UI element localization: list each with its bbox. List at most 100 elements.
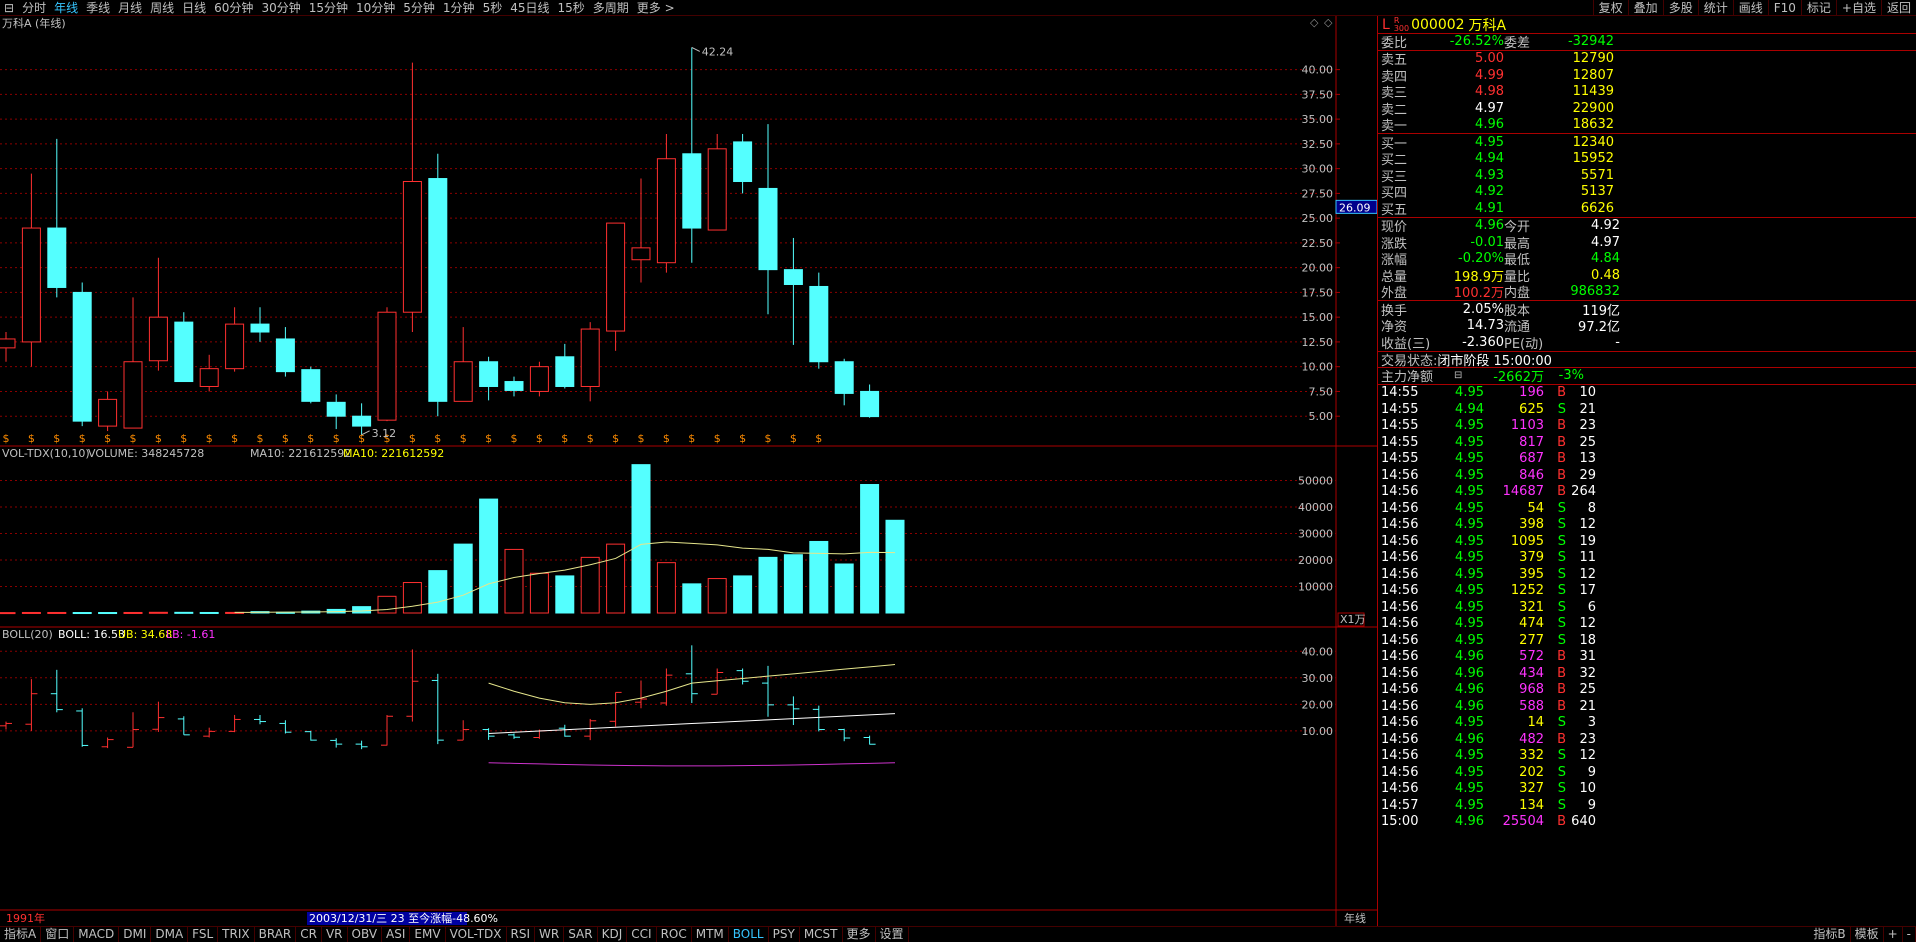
period-tab[interactable]: 分时	[18, 0, 50, 16]
candle	[631, 247, 651, 261]
candle	[656, 158, 676, 264]
indicator-tab-right[interactable]: +	[1884, 927, 1903, 942]
candle	[580, 328, 600, 387]
period-tab[interactable]: 年线	[50, 0, 82, 16]
indicator-tab[interactable]: DMI	[119, 927, 152, 942]
period-tab[interactable]: 周线	[146, 0, 178, 16]
tick-side: B	[1557, 467, 1566, 483]
toolbar-button[interactable]: 标记	[1800, 0, 1836, 16]
tick-volume: 134	[1519, 797, 1544, 813]
indicator-tab[interactable]: DMA	[151, 927, 189, 942]
candle	[707, 148, 727, 231]
indicator-tab[interactable]: PSY	[769, 927, 800, 942]
tick-volume: 572	[1519, 649, 1544, 665]
stock-header: L R 300 000002 万科A	[1378, 16, 1916, 34]
indicator-tab[interactable]: 指标A	[0, 927, 42, 942]
tick-side: S	[1557, 566, 1566, 582]
period-tab[interactable]: 多周期	[589, 0, 633, 16]
indicator-tab[interactable]: OBV	[348, 927, 383, 942]
stat-row: 涨幅 -0.20% 最低 4.84	[1378, 251, 1916, 268]
y-tick-label: 32.50	[1302, 138, 1334, 151]
period-tab[interactable]: 10分钟	[352, 0, 399, 16]
period-tab[interactable]: 日线	[178, 0, 210, 16]
period-tab[interactable]: 30分钟	[257, 0, 304, 16]
dividend-marker: $	[53, 432, 60, 445]
tick-row: 14:56 4.95 14687 B 264	[1378, 484, 1916, 501]
toolbar-button[interactable]: 返回	[1880, 0, 1916, 16]
indicator-tab[interactable]: VR	[322, 927, 348, 942]
indicator-tab[interactable]: VOL-TDX	[446, 927, 507, 942]
indicator-tab-right[interactable]: -	[1903, 927, 1916, 942]
tick-price: 4.95	[1455, 385, 1484, 401]
volume-bar	[733, 575, 753, 614]
indicator-tab[interactable]: CCI	[627, 927, 657, 942]
toolbar-button[interactable]: +自选	[1835, 0, 1881, 16]
chart-area[interactable]: 5.00 7.50 10.00 12.50 15.00 17.50 20.00 22.50 25…	[0, 16, 1377, 926]
asks-price: 4.99	[1475, 67, 1504, 83]
toolbar-button[interactable]: 叠加	[1627, 0, 1663, 16]
indicator-tab[interactable]: RSI	[507, 927, 536, 942]
period-tab[interactable]: 5秒	[479, 0, 507, 16]
main-flow-row[interactable]: 主力净额 ⊟ -2662万 -3%	[1378, 368, 1916, 385]
period-tab[interactable]: 60分钟	[210, 0, 257, 16]
indicator-tab[interactable]: 设置	[876, 927, 909, 942]
candle	[123, 361, 143, 429]
toolbar-button[interactable]: 画线	[1732, 0, 1768, 16]
indicator-tab[interactable]: BOLL	[729, 927, 769, 942]
stat-row: 涨跌 -0.01 最高 4.97	[1378, 234, 1916, 252]
tick-row: 14:55 4.95 817 B 25	[1378, 434, 1916, 451]
period-tab[interactable]: 月线	[114, 0, 146, 16]
indicator-tab[interactable]: ROC	[657, 927, 692, 942]
y-tick-label: 10.00	[1302, 725, 1334, 738]
indicator-tab[interactable]: WR	[535, 927, 565, 942]
period-tab[interactable]: 季线	[82, 0, 114, 16]
volume-bar	[377, 595, 397, 614]
period-tab[interactable]: 1分钟	[439, 0, 479, 16]
indicator-tab[interactable]: BRAR	[255, 927, 297, 942]
period-tab[interactable]: 45日线	[506, 0, 553, 16]
tick-count: 12	[1579, 517, 1596, 533]
candle	[225, 323, 245, 370]
expand-icon[interactable]: ⊟	[1454, 370, 1474, 381]
tick-side: B	[1557, 451, 1566, 467]
y-tick-label: 10.00	[1302, 361, 1334, 374]
indicator-tab[interactable]: CR	[296, 927, 322, 942]
ma10-legend: MA10: 221612592	[343, 447, 444, 460]
tick-count: 17	[1579, 583, 1596, 599]
asks-volume: 11439	[1572, 84, 1614, 100]
indicator-tab-right[interactable]: 模板	[1851, 927, 1884, 942]
indicator-tab[interactable]: KDJ	[598, 927, 628, 942]
indicator-tab[interactable]: MTM	[692, 927, 729, 942]
panel-toggle-icon[interactable]: ⊟	[0, 1, 18, 15]
tick-count: 264	[1571, 484, 1596, 500]
indicator-tab[interactable]: MACD	[74, 927, 120, 942]
indicator-tab[interactable]: ASI	[382, 927, 411, 942]
bids-volume: 5571	[1580, 167, 1614, 183]
main-flow-value: -2662万	[1493, 370, 1544, 386]
toolbar-button[interactable]: 多股	[1662, 0, 1698, 16]
indicator-tab[interactable]: EMV	[410, 927, 446, 942]
indicator-tab[interactable]: TRIX	[218, 927, 255, 942]
period-tab[interactable]: 15秒	[553, 0, 588, 16]
tick-volume: 687	[1519, 451, 1544, 467]
indicator-tab[interactable]: 更多	[843, 927, 876, 942]
asks-price: 5.00	[1475, 51, 1504, 67]
indicator-tab[interactable]: FSL	[188, 927, 219, 942]
toolbar-button[interactable]: F10	[1767, 0, 1801, 16]
tick-list[interactable]: 14:55 4.95 196 B 10 14:55 4.94 625 S 21 14:55 4.95 1…	[1378, 385, 1916, 831]
range-info: 2003/12/31/三 23 至今涨幅-48.60%	[309, 911, 498, 925]
toolbar-button[interactable]: 复权	[1592, 0, 1628, 16]
indicator-tab[interactable]: MCST	[800, 927, 843, 942]
period-tab[interactable]: 15分钟	[305, 0, 352, 16]
stat-row: 外盘 100.2万 内盘 986832	[1378, 284, 1916, 301]
volume-bar	[479, 498, 499, 614]
period-tab[interactable]: 更多 >	[633, 0, 679, 16]
indicator-tab[interactable]: 窗口	[41, 927, 75, 942]
indicator-tab[interactable]: SAR	[564, 927, 598, 942]
period-tab[interactable]: 5分钟	[399, 0, 439, 16]
chart-title: 万科A (年线)	[2, 16, 66, 30]
asks-row: 卖四 4.99 12807	[1378, 67, 1916, 85]
tick-count: 12	[1579, 748, 1596, 764]
toolbar-button[interactable]: 统计	[1697, 0, 1733, 16]
indicator-tab-right[interactable]: 指标B	[1809, 927, 1851, 942]
